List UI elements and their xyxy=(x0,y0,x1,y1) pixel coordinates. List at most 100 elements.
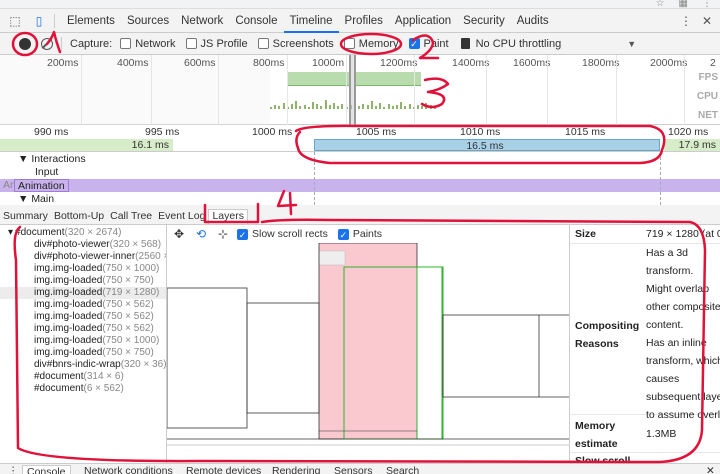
layer-tree-item[interactable]: img.img-loaded(750 × 1000) xyxy=(0,335,166,347)
tab-application[interactable]: Application xyxy=(389,9,457,33)
tab-sensors[interactable]: Sensors xyxy=(334,465,373,474)
layer-tree-item[interactable]: #document(6 × 562) xyxy=(0,383,166,395)
input-track-label: Input xyxy=(35,166,59,178)
tab-layers[interactable]: Layers xyxy=(208,209,248,224)
layer-tree-item[interactable]: img.img-loaded(750 × 750) xyxy=(0,275,166,287)
tab-profiles[interactable]: Profiles xyxy=(339,9,389,33)
tab-call-tree[interactable]: Call Tree xyxy=(107,210,155,224)
layer-details: Size 719 × 1280 (at 0,0) Compositing Rea… xyxy=(569,225,720,463)
compositing-reason-line: transform. xyxy=(646,265,694,277)
devtools-tabbar: ⬚ ▯ Elements Sources Network Console Tim… xyxy=(0,9,720,33)
layer-tree-item[interactable]: img.img-loaded(719 × 1280) xyxy=(0,287,166,299)
paint-checkbox[interactable]: ✓ Paint xyxy=(408,38,449,50)
ruler-tick-label: 990 ms xyxy=(34,126,69,138)
frame-block-selected[interactable]: 16.5 ms xyxy=(314,139,660,152)
layer-tree-item[interactable]: img.img-loaded(750 × 562) xyxy=(0,311,166,323)
tab-audits[interactable]: Audits xyxy=(511,9,555,33)
drawer-close-icon[interactable]: ✕ xyxy=(706,465,715,474)
interactions-header[interactable]: ▼ Interactions xyxy=(18,153,86,165)
paints-checkbox[interactable]: ✓ Paints xyxy=(337,228,382,240)
animation-event[interactable]: Animation xyxy=(14,179,69,192)
tab-elements[interactable]: Elements xyxy=(61,9,121,33)
drawer-tabs: ⋮ Console Network conditions Remote devi… xyxy=(0,463,720,474)
tab-network-conditions[interactable]: Network conditions xyxy=(84,465,173,474)
layer-tree-item[interactable]: #document(314 × 6) xyxy=(0,371,166,383)
layer-tree-item[interactable]: div#bnrs-indic-wrap(320 × 36) xyxy=(0,359,166,371)
compositing-key: Compositing Reasons xyxy=(575,320,640,350)
network-checkbox[interactable]: Network xyxy=(120,38,176,50)
reset-transform-icon[interactable]: ⊹ xyxy=(213,227,233,241)
layer-tree-item[interactable]: img.img-loaded(750 × 750) xyxy=(0,347,166,359)
net-label: NET xyxy=(698,110,718,121)
rotate-icon[interactable]: ⟲ xyxy=(191,227,211,241)
ruler-tick-label: 1000 ms xyxy=(252,126,293,138)
timeline-overview[interactable]: 200ms 400ms 600ms 800ms 1000m 1200ms 1400ms 160… xyxy=(0,55,720,125)
ruler-tick-label: 1005 ms xyxy=(356,126,397,138)
ruler-tick-label: 995 ms xyxy=(145,126,180,138)
overview-tick-label: 1600ms xyxy=(513,57,551,69)
layer-tree-item[interactable]: img.img-loaded(750 × 1000) xyxy=(0,263,166,275)
layer-tree-item[interactable]: div#photo-viewer-inner(2560 × 5 xyxy=(0,251,166,263)
compositing-reason-line: Has a 3d xyxy=(646,247,689,259)
tab-rendering[interactable]: Rendering xyxy=(272,465,320,474)
inspect-icon[interactable]: ⬚ xyxy=(6,12,24,30)
tab-event-log[interactable]: Event Log xyxy=(155,210,208,224)
chevron-down-icon[interactable]: ▼ xyxy=(627,39,636,49)
device-toolbar-icon[interactable]: ▯ xyxy=(30,12,48,30)
devtools-menu-icon[interactable]: ⋮ xyxy=(680,14,692,28)
slow-scroll-key: Slow scroll xyxy=(575,455,631,463)
tree-toggle-icon[interactable]: ▾ xyxy=(8,227,13,238)
tab-drawer-console[interactable]: Console xyxy=(22,465,71,474)
more-icon[interactable]: ⋮ xyxy=(702,0,712,9)
compositing-reason-line: transform, which xyxy=(646,355,720,367)
layers-3d-canvas[interactable] xyxy=(167,242,569,463)
overview-tick-label: 1200ms xyxy=(380,57,418,69)
layer-tree-item[interactable]: div#photo-viewer(320 × 568) xyxy=(0,239,166,251)
drawer-menu-icon[interactable]: ⋮ xyxy=(8,465,19,474)
pan-icon[interactable]: ✥ xyxy=(169,227,189,241)
page-thumbnail xyxy=(318,250,346,266)
tab-sources[interactable]: Sources xyxy=(121,9,175,33)
clear-button[interactable] xyxy=(41,37,53,50)
js-profile-checkbox[interactable]: JS Profile xyxy=(185,38,248,50)
throttling-select[interactable]: No CPU throttling xyxy=(476,38,562,50)
tab-timeline[interactable]: Timeline xyxy=(283,9,339,33)
memory-value: 1.3MB xyxy=(646,428,677,440)
capture-label: Capture: xyxy=(70,37,113,50)
tab-summary[interactable]: Summary xyxy=(0,210,51,224)
main-track-header[interactable]: ▼ Main xyxy=(18,193,54,205)
tab-console[interactable]: Console xyxy=(229,9,283,33)
cpu-label: CPU xyxy=(696,91,718,102)
layer-tree-item[interactable]: ▾ #document(320 × 2674) xyxy=(0,227,166,239)
overview-tick-label: 2 xyxy=(710,57,716,69)
screenshots-checkbox[interactable]: Screenshots xyxy=(257,38,334,50)
tab-network[interactable]: Network xyxy=(175,9,229,33)
compositing-reason-line: content. xyxy=(646,319,684,331)
slow-scroll-checkbox[interactable]: ✓ Slow scroll rects xyxy=(237,228,328,240)
memory-key: Memory estimate xyxy=(575,420,618,450)
layers-viewer: ✥ ⟲ ⊹ ✓ Slow scroll rects ✓ Paints xyxy=(167,225,569,463)
overview-tick-label: 1800ms xyxy=(582,57,620,69)
compositing-reason-line: subsequent layers xyxy=(646,391,720,403)
star-icon[interactable]: ☆ xyxy=(656,0,665,9)
tab-search[interactable]: Search xyxy=(386,465,419,474)
compositing-reason-line: other composited xyxy=(646,301,720,313)
memory-checkbox[interactable]: Memory xyxy=(343,38,399,50)
close-icon[interactable]: ✕ xyxy=(702,14,712,28)
ruler-tick-label: 1020 ms xyxy=(668,126,709,138)
layer-tree-item[interactable]: img.img-loaded(750 × 562) xyxy=(0,323,166,335)
layer-tree-item[interactable]: img.img-loaded(750 × 562) xyxy=(0,299,166,311)
trash-icon[interactable] xyxy=(460,38,470,49)
tab-remote-devices[interactable]: Remote devices xyxy=(186,465,261,474)
tab-bottom-up[interactable]: Bottom-Up xyxy=(51,210,107,224)
fps-graph-2 xyxy=(356,72,421,86)
frame-block[interactable]: 17.9 ms xyxy=(664,139,720,151)
tab-security[interactable]: Security xyxy=(457,9,511,33)
frame-block[interactable]: 16.1 ms xyxy=(0,139,173,151)
size-value: 719 × 1280 (at 0,0) xyxy=(646,228,720,240)
overview-tick-label: 200ms xyxy=(47,57,79,69)
compositing-value: Has a 3d transform. Might overlap other com… xyxy=(646,244,720,424)
overview-selection-handle[interactable] xyxy=(349,55,356,125)
extension-icon[interactable]: ▦ xyxy=(679,0,688,9)
record-button[interactable] xyxy=(19,37,31,50)
